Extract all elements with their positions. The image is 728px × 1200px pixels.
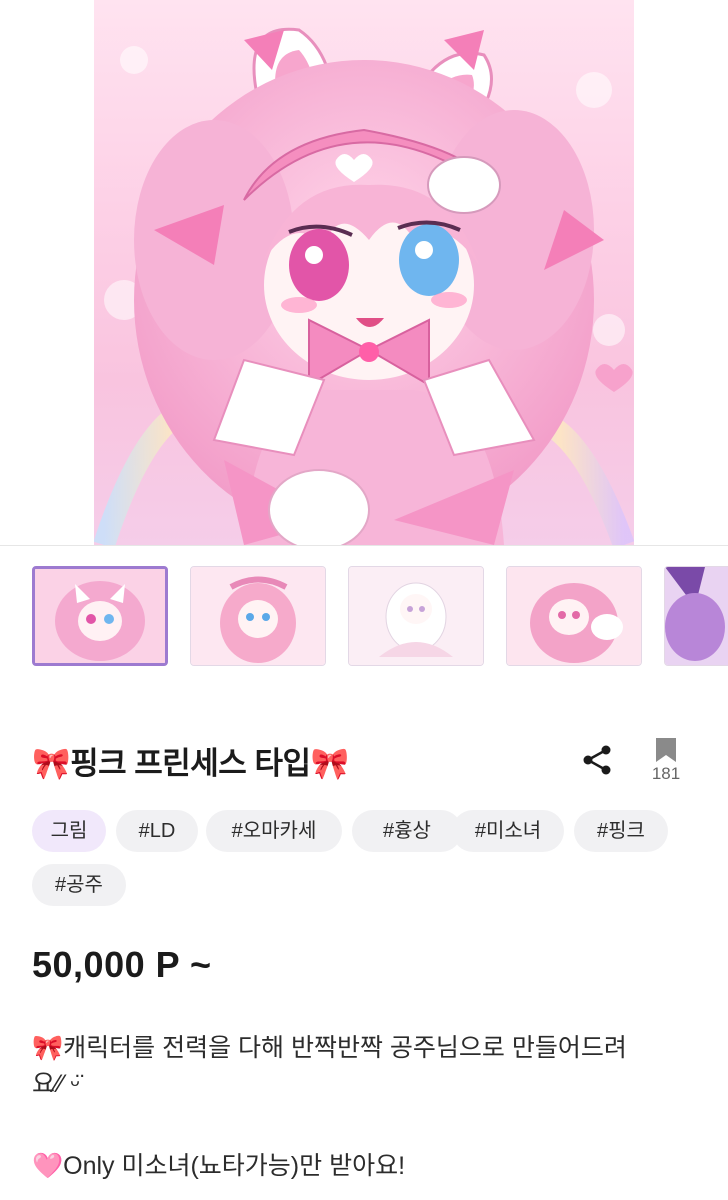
description-line: 🩷Only 미소녀(뇨타가능)만 받아요! bbox=[32, 1152, 406, 1180]
hashtag-pink[interactable]: #핑크 bbox=[574, 810, 668, 852]
thumbnail-3[interactable] bbox=[348, 566, 484, 666]
thumbnail-2[interactable] bbox=[190, 566, 326, 666]
thumbnail-image bbox=[507, 567, 641, 665]
thumbnail-4[interactable] bbox=[506, 566, 642, 666]
share-button[interactable] bbox=[580, 742, 616, 778]
price: 50,000 P ~ bbox=[32, 944, 212, 985]
thumbnail-5[interactable] bbox=[664, 566, 728, 666]
thumbnail-strip bbox=[0, 562, 728, 672]
thumbnail-1[interactable] bbox=[32, 566, 168, 666]
product-title: 🎀핑크 프린세스 타입🎀 bbox=[32, 746, 349, 781]
hashtag-omakase[interactable]: #오마카세 bbox=[206, 810, 342, 852]
main-artwork-viewer[interactable] bbox=[0, 0, 728, 546]
thumbnail-image bbox=[349, 567, 483, 665]
hashtag-bishoujo[interactable]: #미소녀 bbox=[452, 810, 564, 852]
main-artwork-image[interactable] bbox=[94, 0, 634, 545]
bookmark-button[interactable]: 181 bbox=[644, 732, 688, 792]
hashtag-princess[interactable]: #공주 bbox=[32, 864, 126, 906]
product-title-row: 🎀핑크 프린세스 타입🎀 181 bbox=[32, 732, 696, 792]
thumbnail-image bbox=[35, 569, 165, 663]
description: 🎀캐릭터를 전력을 다해 반짝반짝 공주님으로 만들어드려 요⁄⁄ ᵕ̈ 🩷On… bbox=[32, 1030, 696, 1184]
description-line: 🎀캐릭터를 전력을 다해 반짝반짝 공주님으로 만들어드려 bbox=[32, 1034, 627, 1062]
hashtag-bust[interactable]: #흉상 bbox=[352, 810, 462, 852]
description-line: 요⁄⁄ ᵕ̈ bbox=[32, 1070, 80, 1098]
share-icon bbox=[583, 745, 611, 775]
thumbnail-image bbox=[665, 567, 728, 665]
thumbnail-image bbox=[191, 567, 325, 665]
category-tag[interactable]: 그림 bbox=[32, 810, 106, 852]
bookmark-icon bbox=[656, 738, 676, 762]
bookmark-count: 181 bbox=[651, 764, 681, 783]
hashtag-ld[interactable]: #LD bbox=[116, 810, 198, 852]
artwork-illustration bbox=[94, 27, 634, 545]
